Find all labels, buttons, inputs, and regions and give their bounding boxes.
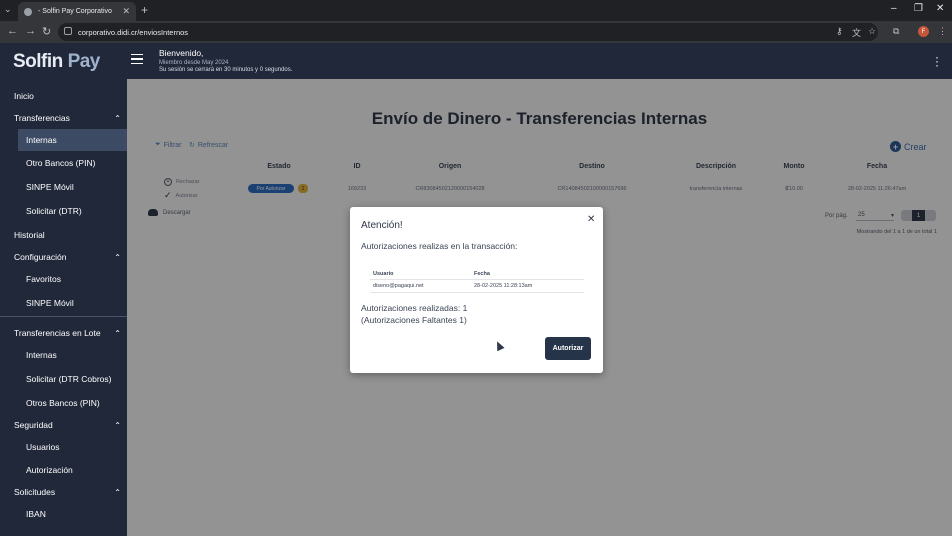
- forward-icon[interactable]: →: [25, 25, 36, 37]
- reload-icon[interactable]: ↻: [42, 25, 51, 38]
- hamburger-menu-icon[interactable]: [131, 54, 143, 64]
- authorization-modal: Atención! ✕ Autorizaciones realizas en l…: [350, 207, 603, 373]
- browser-toolbar: ← → ↻ corporativo.didi.cr/enviosInternos…: [0, 21, 952, 43]
- member-since: Miembro desde May 2024: [159, 60, 229, 66]
- session-timer: Su sesión se cerrará en 30 minutos y 0 s…: [159, 67, 293, 73]
- sidebar-item-seguridad[interactable]: Seguridad ⌃: [0, 414, 127, 436]
- authorize-button[interactable]: Autorizar: [545, 337, 591, 360]
- sidebar-item-otro-bancos[interactable]: Otro Bancos (PIN): [0, 152, 127, 174]
- sidebar-item-sinpe-movil[interactable]: SINPE Móvil: [0, 176, 127, 198]
- logo-main: Solfin: [13, 51, 63, 72]
- sidebar-item-label: Solicitudes: [14, 487, 56, 497]
- tab-search-icon[interactable]: ⌄: [4, 4, 12, 15]
- modal-column-date: Fecha: [474, 271, 490, 277]
- sidebar-item-label: Internas: [26, 350, 57, 360]
- sidebar-item-iban[interactable]: IBAN: [0, 503, 127, 525]
- window-close-icon[interactable]: ✕: [936, 3, 944, 14]
- sidebar-item-solicitar-dtr[interactable]: Solicitar (DTR): [0, 200, 127, 222]
- app-header: Solfin Pay Bienvenido, Miembro desde May…: [0, 43, 952, 79]
- sidebar-item-label: Favoritos: [26, 274, 61, 284]
- extensions-icon[interactable]: ⧉: [893, 26, 899, 37]
- sidebar-item-label: Solicitar (DTR): [26, 206, 82, 216]
- sidebar-item-config-sinpe-movil[interactable]: SINPE Móvil: [0, 292, 127, 314]
- sidebar-item-favoritos[interactable]: Favoritos: [0, 268, 127, 290]
- tab-title: - Solfin Pay Corporativo: [38, 8, 112, 15]
- sidebar-item-usuarios[interactable]: Usuarios: [0, 436, 127, 458]
- sidebar-item-label: SINPE Móvil: [26, 298, 74, 308]
- sidebar-item-label: Internas: [26, 135, 57, 145]
- url-text: corporativo.didi.cr/enviosInternos: [78, 27, 189, 37]
- sidebar-item-inicio[interactable]: Inicio: [0, 85, 127, 107]
- logo[interactable]: Solfin Pay: [13, 51, 100, 73]
- welcome-text: Bienvenido,: [159, 48, 204, 58]
- browser-tab-bar: ⌄ - Solfin Pay Corporativo ✕ + – ❐ ✕: [0, 0, 952, 21]
- sidebar-item-solicitudes[interactable]: Solicitudes ⌃: [0, 481, 127, 503]
- tab-close-icon[interactable]: ✕: [122, 6, 130, 17]
- maximize-icon[interactable]: ❐: [914, 3, 923, 14]
- more-options-icon[interactable]: · · ·: [935, 51, 939, 71]
- authorizations-done: Autorizaciones realizadas: 1: [361, 303, 468, 313]
- logo-accent: Pay: [67, 51, 101, 72]
- sidebar-item-label: Otro Bancos (PIN): [26, 158, 96, 168]
- address-bar[interactable]: corporativo.didi.cr/enviosInternos: [58, 23, 878, 41]
- sidebar-item-label: Usuarios: [26, 442, 60, 452]
- chevron-up-icon: ⌃: [114, 328, 121, 338]
- modal-table-divider: [370, 279, 584, 280]
- password-key-icon[interactable]: ⚷: [836, 26, 843, 37]
- sidebar-item-internas[interactable]: Internas: [18, 129, 127, 151]
- modal-title: Atención!: [361, 220, 403, 231]
- sidebar-item-label: Seguridad: [14, 420, 53, 430]
- sidebar-item-autorizacion[interactable]: Autorización: [0, 459, 127, 481]
- modal-close-icon[interactable]: ✕: [587, 214, 595, 225]
- new-tab-icon[interactable]: +: [141, 3, 148, 17]
- sidebar-item-historial[interactable]: Historial: [0, 224, 127, 246]
- chevron-up-icon: ⌃: [114, 252, 121, 262]
- sidebar-item-label: Historial: [14, 230, 45, 240]
- sidebar-item-otros-bancos[interactable]: Otros Bancos (PIN): [0, 392, 127, 414]
- modal-table-divider: [370, 292, 584, 293]
- sidebar-item-configuracion[interactable]: Configuración ⌃: [0, 246, 127, 268]
- chevron-up-icon: ⌃: [114, 487, 121, 497]
- modal-cell-user: diseno@pagaqui.net: [373, 283, 424, 289]
- browser-menu-icon[interactable]: ⋮: [938, 26, 947, 37]
- sidebar-item-lote-internas[interactable]: Internas: [0, 344, 127, 366]
- modal-subtitle: Autorizaciones realizas en la transacció…: [361, 241, 518, 251]
- sidebar-item-label: Configuración: [14, 252, 67, 262]
- favicon-icon: [24, 7, 32, 16]
- modal-cell-date: 28-02-2025 11:28:13am: [474, 283, 533, 289]
- sidebar: Inicio Transferencias ⌃ Internas Otro Ban…: [0, 79, 127, 536]
- sidebar-item-label: IBAN: [26, 509, 46, 519]
- sidebar-item-label: Inicio: [14, 91, 34, 101]
- site-info-icon[interactable]: [64, 27, 72, 35]
- minimize-icon[interactable]: –: [891, 3, 897, 14]
- sidebar-item-label: Solicitar (DTR Cobros): [26, 374, 112, 384]
- sidebar-item-label: Transferencias: [14, 113, 70, 123]
- bookmark-star-icon[interactable]: ☆: [868, 26, 876, 37]
- sidebar-item-label: Otros Bancos (PIN): [26, 398, 100, 408]
- profile-avatar[interactable]: F: [918, 26, 929, 37]
- translate-icon[interactable]: 文: [852, 26, 861, 39]
- chevron-up-icon: ⌃: [114, 113, 121, 123]
- sidebar-item-label: Transferencias en Lote: [14, 328, 101, 338]
- sidebar-item-solicitar-dtr-cobros[interactable]: Solicitar (DTR Cobros): [0, 368, 127, 390]
- sidebar-divider: [0, 316, 127, 317]
- modal-column-user: Usuario: [373, 271, 394, 277]
- chevron-up-icon: ⌃: [114, 420, 121, 430]
- back-icon[interactable]: ←: [7, 25, 18, 37]
- sidebar-item-transferencias-lote[interactable]: Transferencias en Lote ⌃: [0, 322, 127, 344]
- authorizations-missing: (Autorizaciones Faltantes 1): [361, 315, 467, 325]
- sidebar-item-label: Autorización: [26, 465, 73, 475]
- sidebar-item-transferencias[interactable]: Transferencias ⌃: [0, 107, 127, 129]
- sidebar-item-label: SINPE Móvil: [26, 182, 74, 192]
- browser-tab[interactable]: - Solfin Pay Corporativo ✕: [18, 2, 136, 21]
